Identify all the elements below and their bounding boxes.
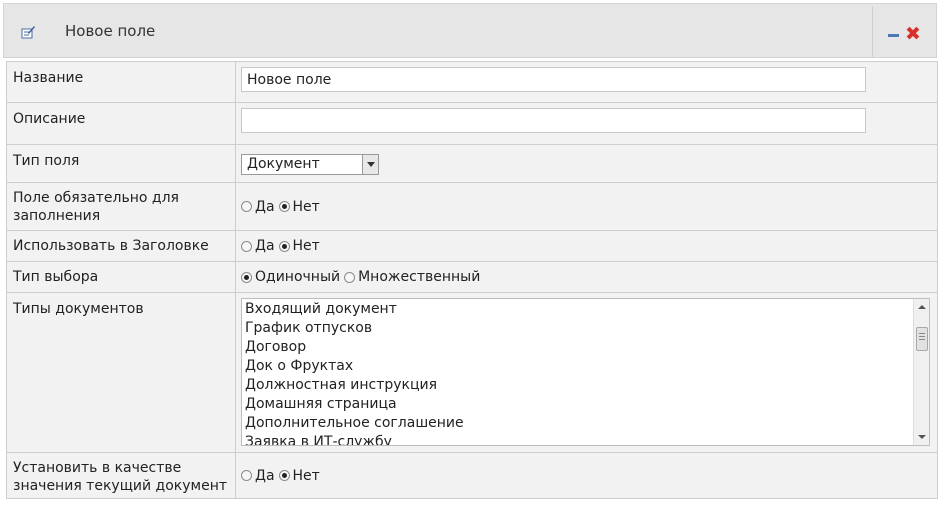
required-no-option[interactable]: Нет (278, 198, 320, 215)
form-row-selection-type: Тип выбора Одиночный Множественный (6, 261, 938, 293)
selection-multiple-option[interactable]: Множественный (344, 269, 480, 285)
selection-type-radio-group: Одиночный Множественный (241, 269, 937, 285)
set-current-radio-group: Да Нет (241, 468, 937, 484)
required-label: Поле обязательно для заполнения (6, 182, 236, 231)
set-current-no-radio[interactable] (278, 470, 290, 481)
form-row-set-current: Установить в качестве значения текущий д… (6, 452, 938, 499)
required-no-label: Нет (292, 198, 320, 215)
scroll-up-icon[interactable] (918, 305, 926, 309)
close-icon[interactable]: ✖ (905, 23, 921, 45)
doc-types-list: Входящий документ График отпусков Договор Д… (245, 300, 464, 445)
set-current-no-option[interactable]: Нет (278, 467, 320, 484)
doc-type-list-item[interactable]: Домашняя страница (245, 395, 464, 414)
set-current-no-label: Нет (292, 467, 320, 484)
doc-type-list-item[interactable]: Договор (245, 338, 464, 357)
name-label: Название (6, 61, 236, 103)
titlebar-divider (872, 6, 873, 57)
new-field-dialog: Новое поле ✖ Название Описание Тип поля … (3, 3, 938, 503)
use-in-title-no-option[interactable]: Нет (278, 238, 320, 254)
field-type-select[interactable]: Документ (241, 154, 379, 175)
form-row-field-type: Тип поля Документ (6, 144, 938, 183)
selection-type-label: Тип выбора (6, 261, 236, 293)
required-radio-group: Да Нет (241, 199, 937, 215)
use-in-title-radio-group: Да Нет (241, 238, 937, 254)
doc-types-scrollbar[interactable] (913, 299, 929, 445)
use-in-title-yes-option[interactable]: Да (241, 238, 275, 254)
use-in-title-yes-label: Да (255, 238, 275, 254)
set-current-yes-label: Да (255, 467, 275, 484)
form-row-description: Описание (6, 102, 938, 145)
description-input[interactable] (241, 108, 866, 133)
form-row-doc-types: Типы документов Входящий документ График … (6, 292, 938, 453)
minimize-icon[interactable] (888, 34, 899, 37)
set-current-yes-option[interactable]: Да (241, 468, 275, 484)
doc-type-list-item[interactable]: Дополнительное соглашение (245, 414, 464, 433)
doc-type-list-item[interactable]: Должностная инструкция (245, 376, 464, 395)
doc-types-listbox[interactable]: Входящий документ График отпусков Договор Д… (241, 298, 930, 446)
description-label: Описание (6, 102, 236, 145)
selection-multiple-label: Множественный (358, 269, 481, 285)
use-in-title-no-label: Нет (292, 238, 320, 254)
doc-type-list-item[interactable]: Заявка в ИТ-службу (245, 433, 464, 445)
field-properties-form: Название Описание Тип поля Документ Поле… (6, 61, 938, 499)
form-row-required: Поле обязательно для заполнения Да Нет (6, 182, 938, 231)
dialog-titlebar: Новое поле ✖ (3, 3, 937, 58)
required-yes-label: Да (255, 198, 275, 215)
doc-types-label: Типы документов (6, 292, 236, 453)
field-type-label: Тип поля (6, 144, 236, 183)
selection-multiple-radio[interactable] (344, 271, 356, 283)
dialog-title: Новое поле (65, 22, 156, 40)
edit-field-icon (21, 26, 35, 39)
set-current-yes-radio[interactable] (241, 470, 252, 481)
required-yes-radio[interactable] (241, 201, 252, 212)
use-in-title-yes-radio[interactable] (241, 240, 252, 252)
required-yes-option[interactable]: Да (241, 199, 275, 215)
doc-type-list-item[interactable]: Док о Фруктах (245, 357, 464, 376)
selection-single-option[interactable]: Одиночный (241, 269, 340, 285)
scroll-down-icon[interactable] (918, 435, 926, 439)
use-in-title-no-radio[interactable] (278, 240, 290, 252)
field-type-selected-value: Документ (247, 156, 320, 172)
selection-single-radio[interactable] (241, 271, 252, 283)
required-no-radio[interactable] (278, 201, 290, 212)
form-row-name: Название (6, 61, 938, 103)
form-row-use-in-title: Использовать в Заголовке Да Нет (6, 230, 938, 262)
set-current-label: Установить в качестве значения текущий д… (6, 452, 236, 499)
scroll-thumb[interactable] (916, 327, 928, 351)
doc-type-list-item[interactable]: График отпусков (245, 319, 464, 338)
name-input[interactable] (241, 67, 866, 92)
doc-type-list-item[interactable]: Входящий документ (245, 300, 464, 319)
selection-single-label: Одиночный (255, 269, 341, 285)
chevron-down-icon[interactable] (362, 155, 378, 174)
use-in-title-label: Использовать в Заголовке (6, 230, 236, 262)
